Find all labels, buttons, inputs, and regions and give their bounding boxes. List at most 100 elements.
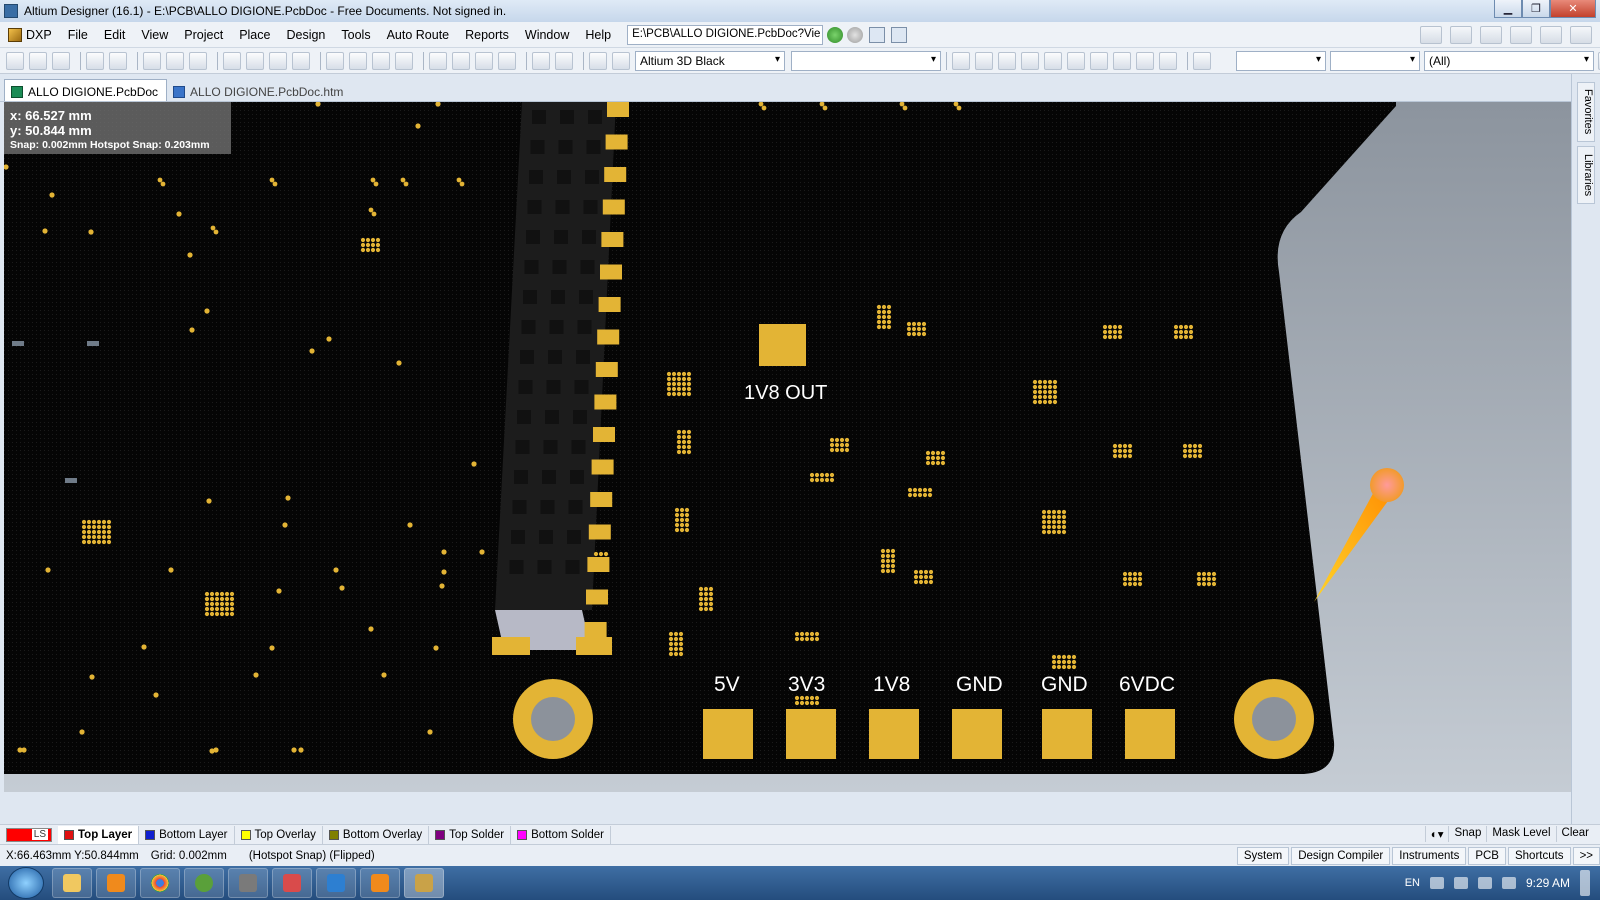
route-icon[interactable] [952,51,970,70]
show-desktop-button[interactable] [1580,870,1590,896]
copy-icon[interactable] [349,51,367,70]
snap-button[interactable]: Snap [1448,826,1486,842]
menu-design[interactable]: Design [278,28,333,42]
taskbar-app-8[interactable] [360,868,400,898]
undo-icon[interactable] [532,51,550,70]
menu-file[interactable]: File [60,28,96,42]
system-panel-button[interactable]: System [1236,847,1290,865]
variant-select[interactable] [791,50,941,71]
layer-tab-top-layer[interactable]: Top Layer [58,825,140,844]
menu-reports[interactable]: Reports [457,28,517,42]
taskbar-chrome[interactable] [140,868,180,898]
menu-tools[interactable]: Tools [333,28,378,42]
document-path-box[interactable]: E:\PCB\ALLO DIGIONE.PcbDoc?Vie [627,24,824,45]
view-configuration-select[interactable]: Altium 3D Black [635,50,785,71]
taskbar-app-4[interactable] [184,868,224,898]
print-preview-icon[interactable] [109,51,127,70]
move-icon[interactable] [452,51,470,70]
drc-icon[interactable] [1193,51,1211,70]
taskbar-app-6[interactable] [272,868,312,898]
tab-pcbdoc[interactable]: ALLO DIGIONE.PcbDoc [4,79,168,101]
clock[interactable]: 9:29 AM [1526,876,1570,890]
favorites-panel-tab[interactable]: Favorites [1577,82,1595,142]
room-tool-icon[interactable] [1540,26,1562,44]
filter-select-2[interactable] [1330,50,1420,71]
layer-tab-top-solder[interactable]: Top Solder [429,825,512,844]
pad-icon[interactable] [1044,51,1062,70]
via-icon[interactable] [1021,51,1039,70]
cut-icon[interactable] [326,51,344,70]
library-icon[interactable] [189,51,207,70]
rubber-stamp-icon[interactable] [395,51,413,70]
polygon-icon[interactable] [1113,51,1131,70]
filter-select-1[interactable] [1236,50,1326,71]
fill-icon[interactable] [1090,51,1108,70]
place-tool-icon[interactable] [1480,26,1502,44]
pcb-panel-button[interactable]: PCB [1468,847,1506,865]
string-icon[interactable] [1136,51,1154,70]
component-place-icon[interactable] [1159,51,1177,70]
refresh-icon[interactable] [891,26,908,43]
clear-filter-icon[interactable] [498,51,516,70]
taskbar-media-player[interactable] [96,868,136,898]
snap-mask-icon[interactable]: ◐▾ [1424,826,1449,842]
multi-route-icon[interactable] [998,51,1016,70]
deselect-icon[interactable] [475,51,493,70]
layer-tab-bottom-overlay[interactable]: Bottom Overlay [323,825,430,844]
pcb-3d-canvas[interactable]: 1V8 OUT 5V 3V3 1V8 GND GND 6VDC [4,102,1571,792]
menu-dxp[interactable]: DXP [0,27,60,42]
signal-icon[interactable] [1477,877,1492,889]
save-icon[interactable] [52,51,70,70]
more-panels-button[interactable]: >> [1572,847,1600,865]
taskbar-app-5[interactable] [228,868,268,898]
zoom-area-icon[interactable] [246,51,264,70]
zoom-filter-icon[interactable] [292,51,310,70]
browse-component-icon[interactable] [612,51,630,70]
paste-icon[interactable] [372,51,390,70]
open-file-icon[interactable] [29,51,47,70]
taskbar-app-7[interactable] [316,868,356,898]
current-layer-swatch[interactable]: LS [6,827,52,842]
libraries-panel-tab[interactable]: Libraries [1577,146,1595,204]
menu-view[interactable]: View [133,28,176,42]
arc-icon[interactable] [1067,51,1085,70]
shortcuts-panel-button[interactable]: Shortcuts [1507,847,1571,865]
tray-arrow-icon[interactable] [1429,877,1444,889]
redo-icon[interactable] [555,51,573,70]
network-icon[interactable] [1453,877,1468,889]
cross-probe-icon[interactable] [589,51,607,70]
tab-pcbdoc-htm[interactable]: ALLO DIGIONE.PcbDoc.htm [167,79,351,101]
layer-tab-bottom-layer[interactable]: Bottom Layer [139,825,235,844]
grid-tool-icon[interactable] [1570,26,1592,44]
start-button[interactable] [8,867,44,899]
language-indicator[interactable]: EN [1405,877,1420,889]
mask-level-button[interactable]: Mask Level [1486,826,1555,842]
instruments-panel-button[interactable]: Instruments [1392,847,1467,865]
menu-auto-route[interactable]: Auto Route [379,28,458,42]
measure-tool-icon[interactable] [1420,26,1442,44]
minimize-button[interactable]: ▁ [1494,0,1522,18]
dimension-tool-icon[interactable] [1510,26,1532,44]
taskbar-explorer[interactable] [52,868,92,898]
home-icon[interactable] [869,26,886,43]
taskbar-altium[interactable] [404,868,444,898]
diff-pair-icon[interactable] [975,51,993,70]
component-icon[interactable] [166,51,184,70]
select-area-icon[interactable] [429,51,447,70]
print-icon[interactable] [86,51,104,70]
menu-edit[interactable]: Edit [96,28,134,42]
zoom-selected-icon[interactable] [269,51,287,70]
filter-scope-select[interactable]: (All) [1424,50,1594,71]
close-button[interactable]: ✕ [1550,0,1596,18]
menu-project[interactable]: Project [176,28,231,42]
menu-help[interactable]: Help [577,28,619,42]
forward-arrow-icon[interactable] [847,26,864,43]
menu-window[interactable]: Window [517,28,577,42]
clear-button[interactable]: Clear [1555,826,1594,842]
menu-place[interactable]: Place [231,28,278,42]
design-compiler-panel-button[interactable]: Design Compiler [1291,847,1391,865]
restore-button[interactable]: ❐ [1522,0,1550,18]
new-file-icon[interactable] [6,51,24,70]
3d-board-icon[interactable] [143,51,161,70]
layer-tab-top-overlay[interactable]: Top Overlay [235,825,323,844]
